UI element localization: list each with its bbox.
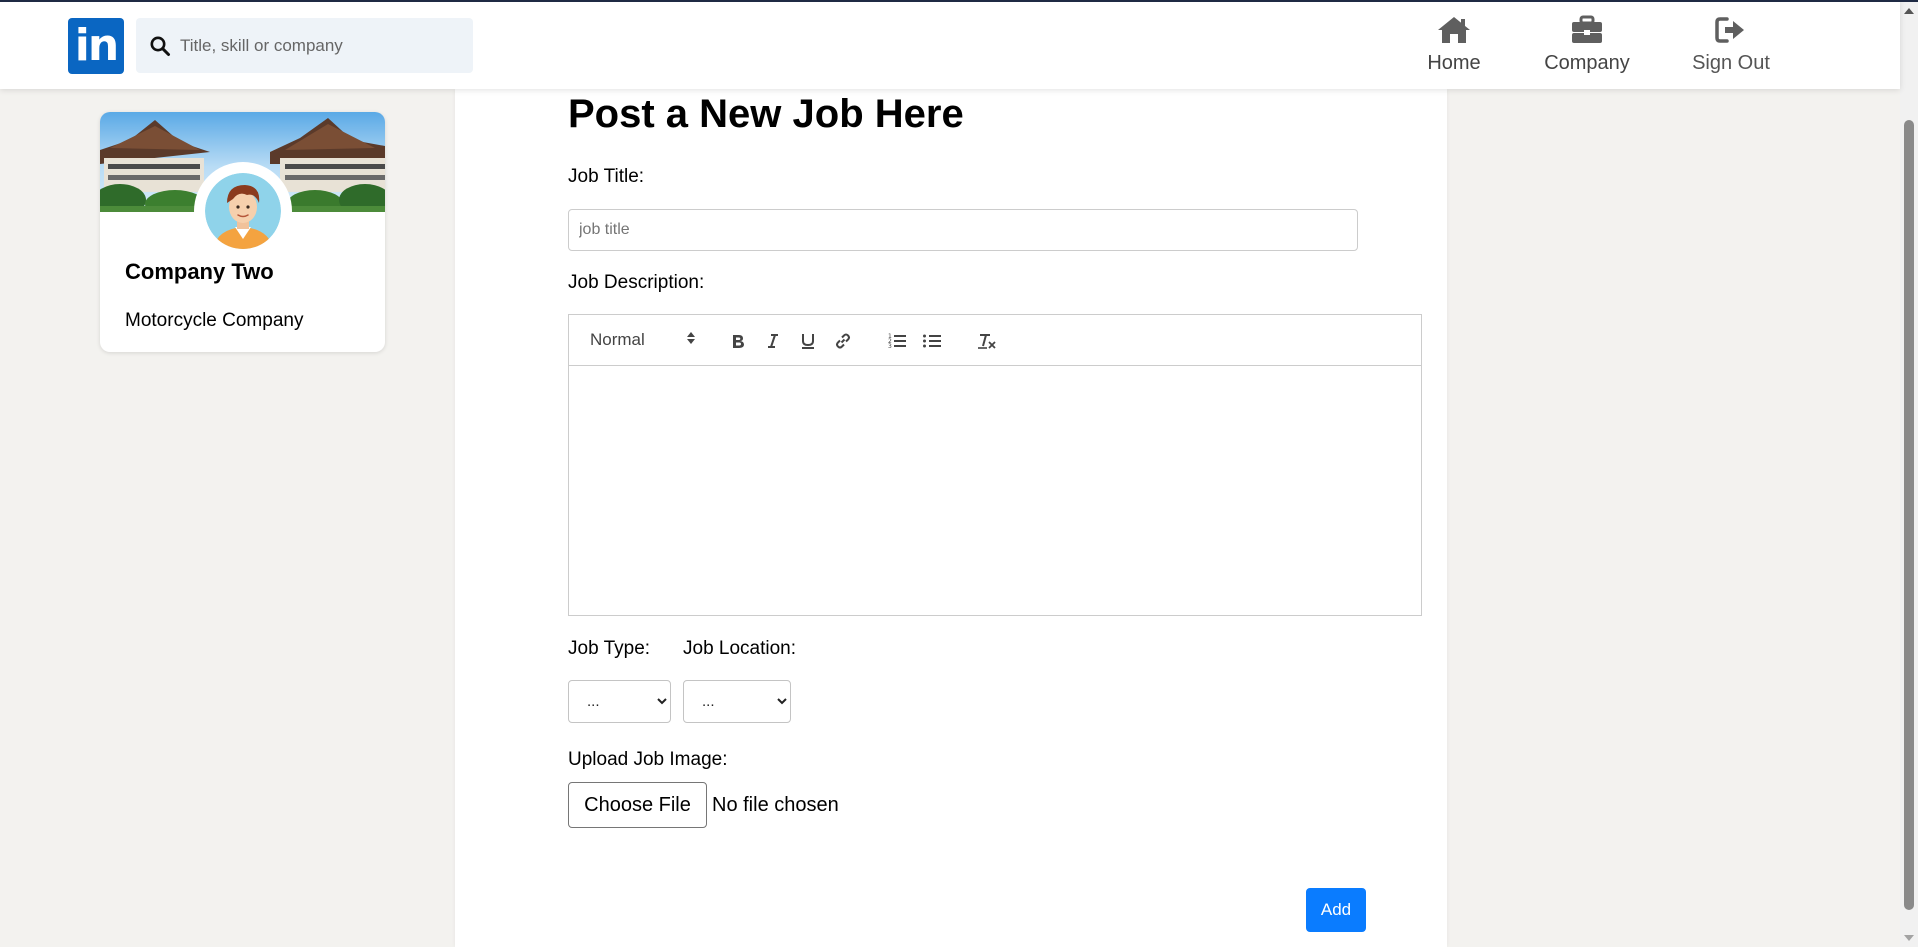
job-location-select[interactable]: ... bbox=[683, 680, 791, 723]
company-type: Motorcycle Company bbox=[125, 310, 304, 331]
window-top-border bbox=[0, 0, 1918, 2]
heading-format-select[interactable]: Normal bbox=[590, 330, 700, 350]
file-status-text: No file chosen bbox=[712, 794, 839, 816]
svg-text:3: 3 bbox=[888, 343, 892, 350]
select-arrows-icon bbox=[686, 330, 696, 350]
job-title-label: Job Title: bbox=[568, 166, 645, 187]
job-type-select[interactable]: ... bbox=[568, 680, 671, 723]
editor-content-area[interactable] bbox=[569, 366, 1421, 615]
search-icon bbox=[149, 35, 171, 57]
job-location-label: Job Location: bbox=[683, 638, 797, 659]
underline-icon[interactable] bbox=[795, 328, 821, 354]
job-type-label: Job Type: bbox=[568, 638, 651, 659]
clear-format-icon[interactable] bbox=[974, 328, 1000, 354]
scroll-up-arrow[interactable] bbox=[1904, 8, 1914, 14]
page-title: Post a New Job Here bbox=[568, 92, 964, 136]
search-input[interactable] bbox=[180, 35, 460, 56]
nav-company[interactable]: Company bbox=[1540, 14, 1634, 78]
scrollbar-thumb[interactable] bbox=[1904, 120, 1914, 910]
ordered-list-icon[interactable]: 123 bbox=[884, 328, 910, 354]
sign-out-icon bbox=[1713, 14, 1749, 46]
italic-icon[interactable] bbox=[760, 328, 786, 354]
add-job-button[interactable]: Add bbox=[1306, 888, 1366, 932]
search-bar[interactable] bbox=[136, 18, 473, 73]
nav-sign-out-label: Sign Out bbox=[1692, 52, 1770, 74]
linkedin-logo[interactable]: in bbox=[68, 18, 124, 74]
job-title-input[interactable] bbox=[568, 209, 1358, 251]
nav-home[interactable]: Home bbox=[1418, 14, 1490, 78]
company-avatar[interactable] bbox=[194, 162, 292, 260]
company-name: Company Two bbox=[125, 259, 274, 284]
nav-home-label: Home bbox=[1427, 52, 1481, 74]
link-icon[interactable] bbox=[830, 328, 856, 354]
nav-sign-out[interactable]: Sign Out bbox=[1688, 14, 1774, 78]
briefcase-icon bbox=[1569, 14, 1605, 46]
heading-format-value: Normal bbox=[590, 330, 645, 349]
bold-icon[interactable] bbox=[725, 328, 751, 354]
home-icon bbox=[1436, 14, 1472, 46]
upload-image-label: Upload Job Image: bbox=[568, 749, 728, 770]
editor-toolbar: Normal 123 bbox=[569, 315, 1421, 366]
nav-company-label: Company bbox=[1544, 52, 1630, 74]
job-description-editor: Normal 123 bbox=[568, 314, 1422, 616]
scroll-down-arrow[interactable] bbox=[1904, 935, 1914, 941]
choose-file-button[interactable]: Choose File bbox=[568, 782, 707, 828]
bullet-list-icon[interactable] bbox=[919, 328, 945, 354]
company-profile-card[interactable]: Company Two Motorcycle Company bbox=[100, 112, 385, 352]
job-description-label: Job Description: bbox=[568, 272, 705, 293]
top-navbar: in Home Company Sign Out bbox=[0, 0, 1900, 89]
page-scrollbar[interactable] bbox=[1900, 2, 1918, 947]
